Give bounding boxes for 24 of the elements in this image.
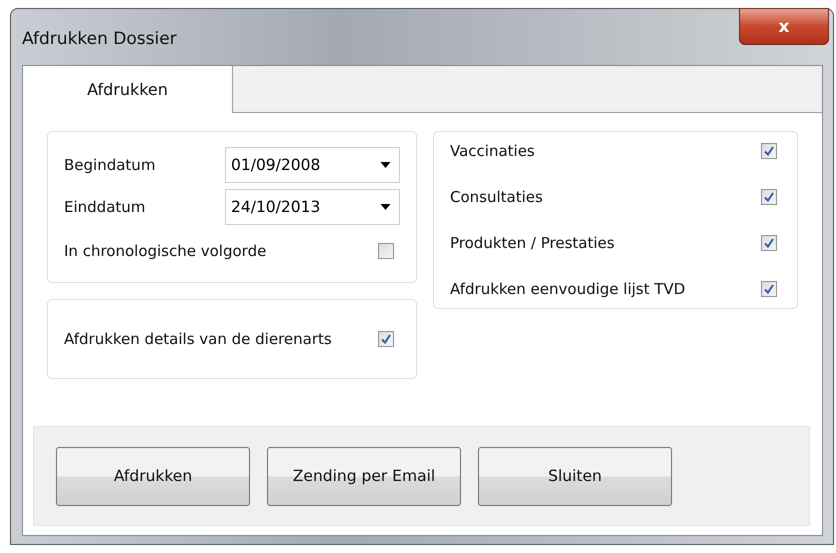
field-label: Einddatum	[64, 198, 146, 216]
date-picker[interactable]: 24/10/2013	[225, 189, 400, 225]
action-button[interactable]: Sluiten	[478, 446, 672, 506]
field-label: Begindatum	[64, 156, 156, 174]
checkbox[interactable]	[761, 189, 777, 205]
date-picker[interactable]: 01/09/2008	[225, 147, 400, 183]
checkbox-label: In chronologische volgorde	[64, 242, 266, 260]
checkbox-label: Consultaties	[450, 188, 543, 206]
close-button[interactable]: x	[739, 8, 829, 45]
checkbox[interactable]	[761, 235, 777, 251]
checkbox-label: Afdrukken eenvoudige lijst TVD	[450, 280, 686, 298]
dropdown-arrow-icon	[380, 204, 391, 210]
checkbox[interactable]	[761, 281, 777, 297]
checkbox[interactable]	[378, 331, 394, 347]
window-title: Afdrukken Dossier	[22, 29, 177, 49]
action-button[interactable]: Zending per Email	[267, 446, 461, 506]
checkbox-label: Vaccinaties	[450, 142, 535, 160]
checkbox[interactable]	[761, 143, 777, 159]
action-button[interactable]: Afdrukken	[56, 446, 250, 506]
checkbox[interactable]	[378, 243, 394, 259]
tab[interactable]: Afdrukken	[23, 66, 233, 113]
checkbox-label: Produkten / Prestaties	[450, 234, 615, 252]
dropdown-arrow-icon	[380, 162, 391, 168]
checkbox-label: Afdrukken details van de dierenarts	[64, 328, 333, 350]
